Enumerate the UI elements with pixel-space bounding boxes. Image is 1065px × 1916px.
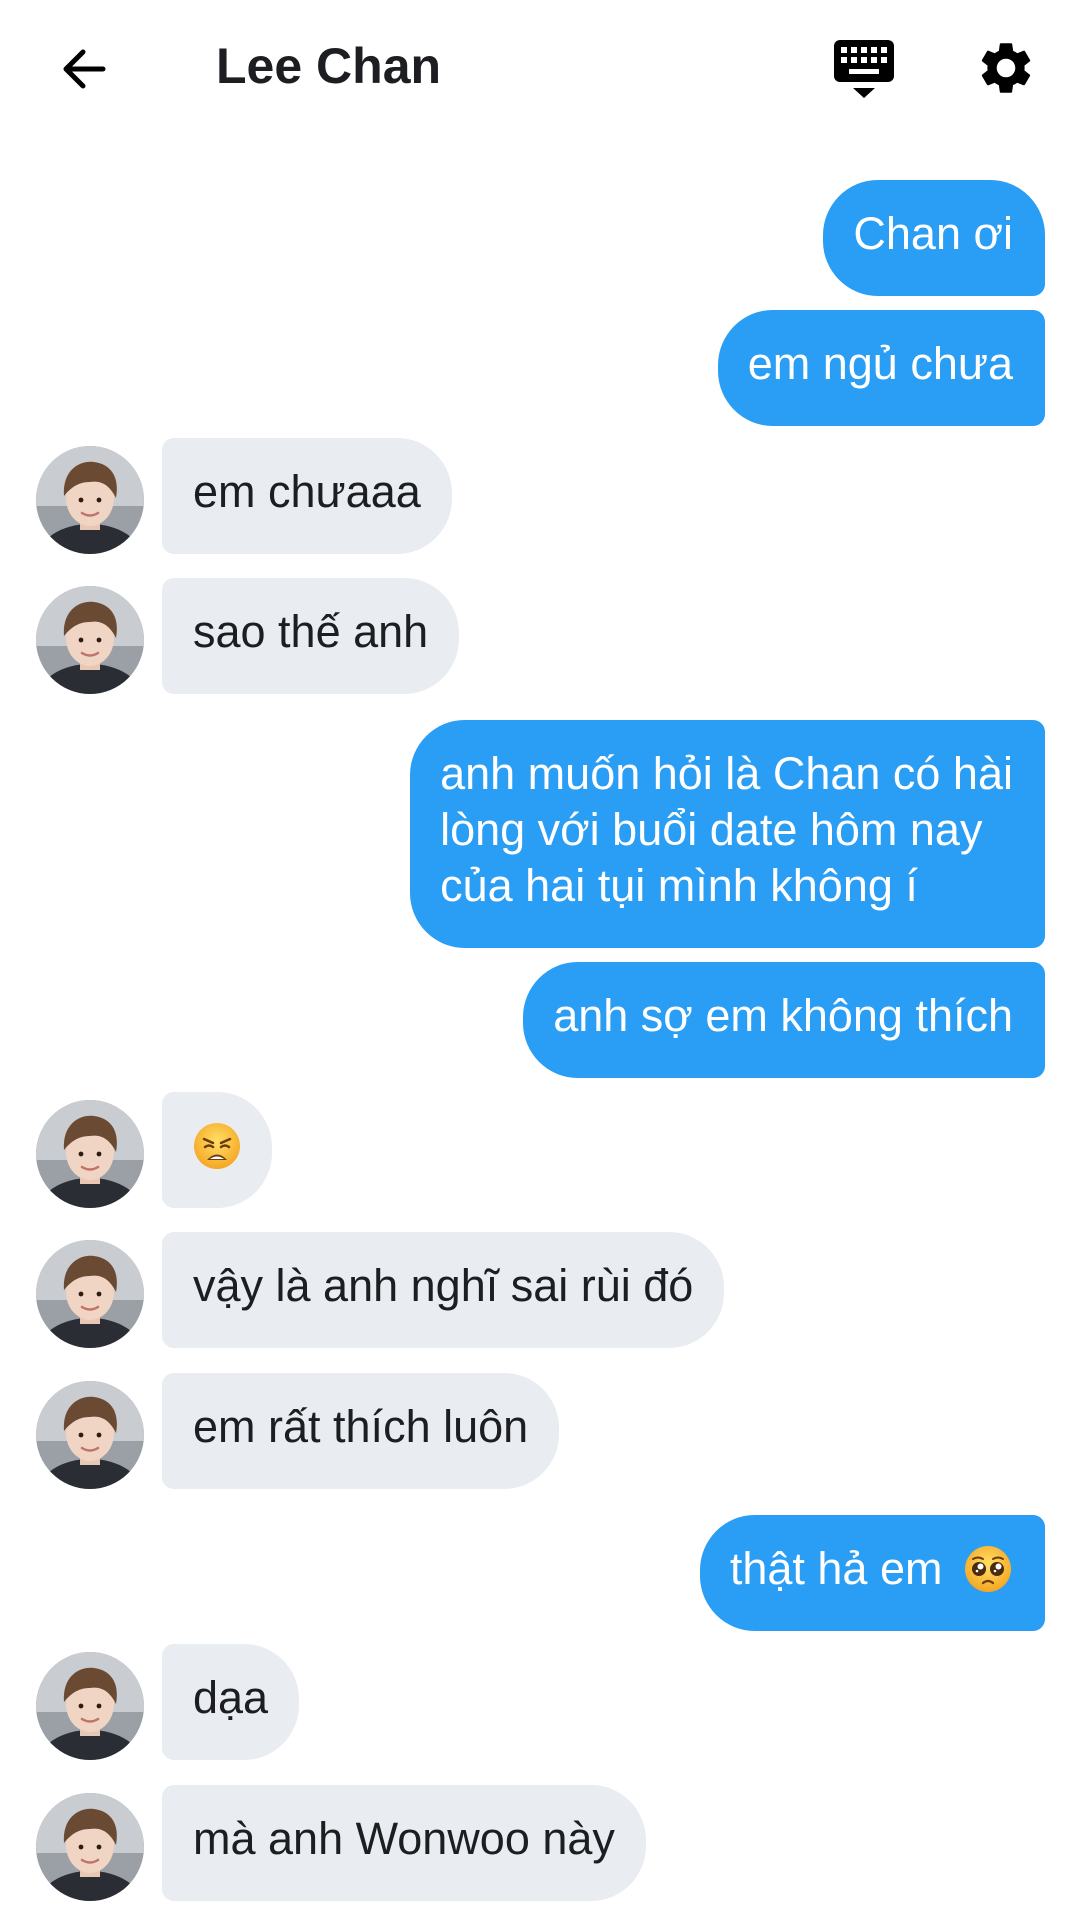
incoming-message-bubble[interactable]: mà anh Wonwoo này [162, 1785, 646, 1901]
weary-face-emoji [194, 1123, 240, 1170]
message-text: vậy là anh nghĩ sai rùi đó [193, 1260, 694, 1311]
pleading-face-emoji [965, 1546, 1011, 1593]
conversation-header: Lee Chan [0, 0, 1065, 132]
keyboard-toggle-button[interactable] [826, 30, 902, 106]
message-text: em rất thích luôn [193, 1401, 529, 1452]
message-text: em ngủ chưa [747, 338, 1013, 389]
outgoing-message-bubble[interactable]: thật hả em [699, 1515, 1045, 1632]
contact-avatar[interactable] [36, 1652, 144, 1760]
back-button[interactable] [48, 33, 120, 105]
gear-icon [981, 43, 1031, 93]
message-text: mà anh Wonwoo này [193, 1813, 615, 1864]
contact-name-title: Lee Chan [216, 38, 442, 94]
arrow-left-icon [63, 49, 106, 89]
incoming-message-bubble[interactable]: sao thế anh [162, 578, 460, 694]
message-text: thật hả em [729, 1543, 943, 1594]
outgoing-message-bubble[interactable]: Chan ơi [823, 180, 1045, 296]
incoming-message-bubble[interactable] [162, 1092, 272, 1209]
message-text: em chưaaa [193, 466, 421, 517]
message-text-line: của hai tụi mình không í [440, 860, 918, 911]
incoming-message-bubble[interactable]: em chưaaa [162, 438, 452, 554]
message-text: Chan ơi [853, 208, 1013, 259]
message-text-line: anh muốn hỏi là Chan có hài [440, 748, 1013, 799]
message-text: dạa [193, 1672, 269, 1723]
keyboard-hide-icon [834, 40, 894, 98]
incoming-message-bubble[interactable]: em rất thích luôn [162, 1373, 560, 1489]
outgoing-message-bubble[interactable]: em ngủ chưa [717, 310, 1045, 426]
outgoing-message-bubble[interactable]: anh sợ em không thích [523, 962, 1045, 1078]
incoming-message-bubble[interactable]: vậy là anh nghĩ sai rùi đó [162, 1232, 725, 1348]
incoming-message-bubble[interactable]: dạa [162, 1644, 300, 1760]
message-text: anh sợ em không thích [553, 990, 1013, 1041]
contact-avatar[interactable] [36, 1793, 144, 1901]
outgoing-message-bubble[interactable]: anh muốn hỏi là Chan có hài lòng với buổ… [410, 720, 1045, 948]
contact-avatar[interactable] [36, 1100, 144, 1208]
message-text-line: lòng với buổi date hôm nay [440, 804, 983, 855]
contact-avatar[interactable] [36, 446, 144, 554]
contact-avatar[interactable] [36, 1240, 144, 1348]
settings-button[interactable] [968, 30, 1044, 106]
contact-avatar[interactable] [36, 1381, 144, 1489]
contact-avatar[interactable] [36, 586, 144, 694]
message-text: sao thế anh [193, 606, 429, 657]
